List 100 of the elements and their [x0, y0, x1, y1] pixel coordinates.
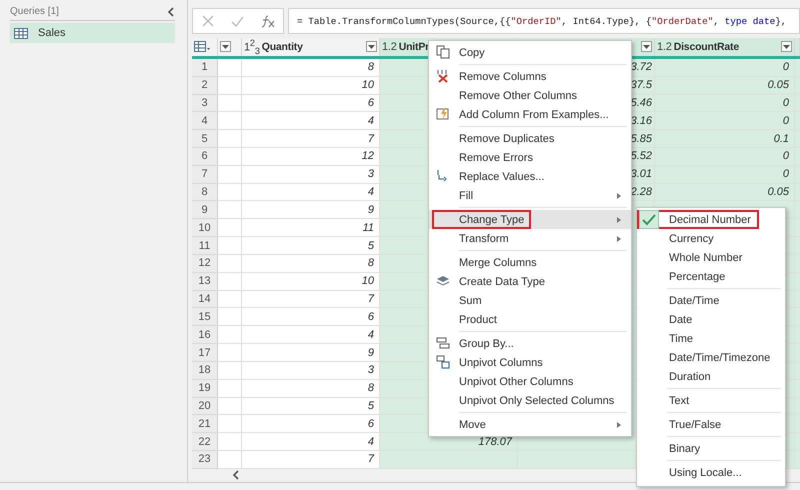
row-number: 15 — [192, 308, 218, 326]
collapse-chevron-icon[interactable] — [167, 6, 175, 16]
unpivot-icon — [436, 355, 450, 369]
row-number: 16 — [192, 326, 218, 344]
table-cell: 11 — [242, 219, 380, 238]
row-number: 8 — [192, 184, 218, 202]
menu-item[interactable]: Create Data Type — [429, 272, 631, 291]
row-number: 13 — [192, 272, 218, 291]
table-cell: 9 — [242, 344, 380, 362]
table-cell: 0.05 — [655, 76, 795, 94]
table-cell — [218, 380, 242, 398]
menu-item[interactable]: Binary — [637, 434, 785, 458]
row-number: 21 — [192, 415, 218, 434]
table-cell — [218, 254, 242, 273]
column-header[interactable]: 1$^{2}$$_{3}$ Quantity — [242, 38, 380, 56]
menu-item[interactable]: Percentage — [637, 267, 785, 286]
menu-item[interactable]: Date/Time/Timezone — [637, 348, 785, 367]
row-number: 6 — [192, 148, 218, 166]
table-cell: 7 — [242, 290, 380, 308]
table-cell — [218, 94, 242, 112]
menu-item[interactable]: Date — [637, 310, 785, 329]
type-label: 1.2 — [657, 40, 672, 53]
menu-item[interactable]: Using Locale... — [637, 458, 785, 482]
table-cell: 3 — [242, 362, 380, 380]
table-cell — [218, 201, 242, 220]
table-cell — [218, 308, 242, 326]
table-cell — [218, 58, 242, 77]
check-icon[interactable] — [230, 16, 244, 26]
menu-item[interactable]: Duration — [637, 367, 785, 386]
menu-item[interactable]: Unpivot Only Selected Columns — [429, 391, 631, 410]
submenu-arrow-icon — [617, 217, 621, 223]
row-number: 23 — [192, 451, 218, 469]
menu-item[interactable]: Text — [637, 386, 785, 410]
group-by-icon — [436, 336, 450, 350]
caret-icon — [783, 44, 790, 49]
column-header[interactable] — [218, 38, 242, 56]
table-cell: 4 — [242, 184, 380, 202]
table-cell: 10 — [242, 272, 380, 291]
table-cell — [218, 344, 242, 362]
column-header[interactable]: 1.2 DiscountRate — [655, 38, 795, 56]
dropdown-button[interactable] — [781, 41, 792, 52]
menu-item[interactable]: Sum — [429, 291, 631, 310]
dropdown-button[interactable] — [366, 41, 377, 52]
table-cell: 7 — [242, 451, 380, 469]
table-cell: 8 — [242, 254, 380, 273]
table-cell: 4 — [242, 112, 380, 130]
table-cell — [218, 219, 242, 238]
menu-item[interactable]: Change Type — [429, 205, 631, 229]
formula-field[interactable]: = Table.TransformColumnTypes(Source,{{"OrderID", Int64.Type}, {"OrderDate", type date}, — [288, 8, 800, 34]
table-cell: 0 — [655, 166, 795, 184]
menu-item[interactable]: Unpivot Other Columns — [429, 372, 631, 391]
stacked-layers-icon — [436, 274, 450, 288]
menu-item[interactable]: Product — [429, 310, 631, 329]
table-cell — [218, 148, 242, 166]
menu-item[interactable]: Unpivot Columns — [429, 353, 631, 372]
table-cell — [218, 130, 242, 148]
query-item[interactable]: Sales — [10, 23, 175, 43]
table-cell: 9 — [242, 201, 380, 220]
menu-item[interactable]: Currency — [637, 229, 785, 248]
menu-item[interactable]: Decimal Number — [637, 210, 759, 229]
row-number: 9 — [192, 201, 218, 220]
menu-item[interactable]: Whole Number — [637, 248, 785, 267]
submenu-arrow-icon — [617, 193, 621, 199]
table-cell: 5 — [242, 398, 380, 416]
menu-item[interactable]: Time — [637, 329, 785, 348]
table-cell — [218, 184, 242, 202]
table-cell — [218, 290, 242, 308]
table-cell: 5 — [242, 237, 380, 255]
table-icon — [194, 41, 210, 52]
table-menu-button[interactable] — [192, 38, 218, 56]
table-cell — [218, 76, 242, 94]
table-cell — [218, 166, 242, 184]
dropdown-button[interactable] — [220, 41, 231, 52]
dropdown-button[interactable] — [641, 41, 652, 52]
menu-item[interactable]: True/False — [637, 410, 785, 434]
menu-item[interactable]: Date/Time — [637, 286, 785, 310]
table-cell: 0.1 — [655, 130, 795, 148]
row-number: 17 — [192, 344, 218, 362]
table-cell: 4 — [242, 326, 380, 344]
table-icon — [14, 28, 28, 38]
caret-icon — [643, 44, 650, 49]
function-icon[interactable] — [260, 14, 274, 28]
row-number: 4 — [192, 112, 218, 130]
menu-item[interactable]: Merge Columns — [429, 248, 631, 272]
submenu-arrow-icon — [617, 236, 621, 242]
row-number: 1 — [192, 58, 218, 77]
table-cell — [218, 112, 242, 130]
table-cell — [218, 272, 242, 291]
table-cell: 4 — [242, 433, 380, 452]
table-cell: 0 — [655, 148, 795, 166]
table-cell: 10 — [242, 76, 380, 94]
row-number: 19 — [192, 380, 218, 398]
menu-item[interactable]: Group By... — [429, 329, 631, 353]
table-cell — [218, 398, 242, 416]
table-cell: 0 — [655, 94, 795, 112]
menu-item[interactable]: Transform — [429, 229, 631, 248]
menu-item[interactable]: Move — [429, 410, 631, 434]
scroll-left-icon[interactable] — [232, 470, 240, 480]
table-cell — [218, 415, 242, 434]
table-cell — [218, 362, 242, 380]
